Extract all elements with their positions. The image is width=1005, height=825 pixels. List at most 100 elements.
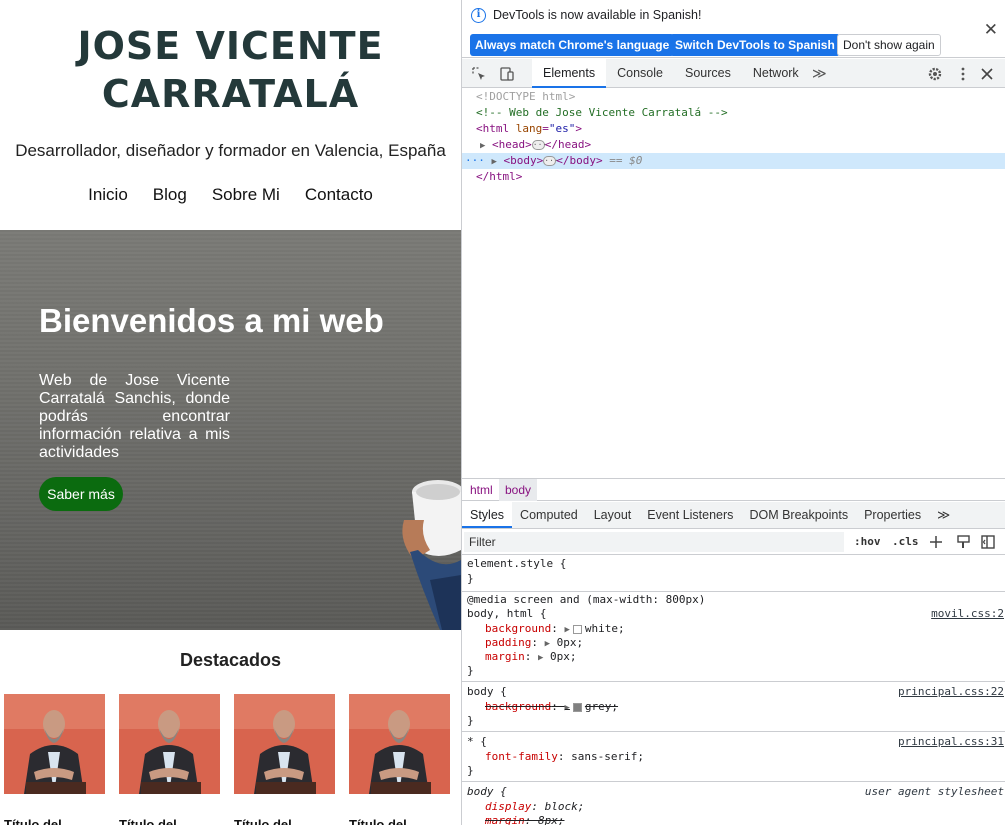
hero-heading: Bienvenidos a mi web	[39, 302, 384, 339]
gear-icon[interactable]	[927, 66, 943, 82]
tab-computed[interactable]: Computed	[512, 502, 586, 528]
featured-grid	[4, 694, 450, 794]
dom-doctype[interactable]: <!DOCTYPE html>	[462, 89, 1005, 105]
site-title-line2: CARRATALÁ	[101, 72, 360, 116]
featured-card-image[interactable]	[349, 694, 450, 794]
tab-dom-breakpoints[interactable]: DOM Breakpoints	[741, 502, 856, 528]
dom-comment[interactable]: <!-- Web de Jose Vicente Carratalá -->	[462, 105, 1005, 121]
ellipsis-icon[interactable]: ···	[543, 156, 559, 166]
rule-selector[interactable]: * {	[467, 735, 487, 749]
paint-brush-icon[interactable]	[956, 534, 972, 550]
html-close-tag: </html>	[476, 170, 523, 183]
styles-filter-bar: :hov .cls	[462, 530, 1005, 555]
rule-close: }	[467, 714, 474, 727]
style-rule-body-html: @media screen and (max-width: 800px) bod…	[462, 592, 1005, 682]
rule-source-link[interactable]: principal.css:31	[898, 735, 1004, 748]
css-property[interactable]: font-family: sans-serif;	[485, 750, 644, 764]
styles-filter-input[interactable]	[464, 532, 844, 552]
rule-close: }	[467, 572, 474, 585]
nav-link-contacto[interactable]: Contacto	[305, 185, 373, 205]
toggle-sidebar-icon[interactable]	[980, 534, 996, 550]
close-devtools-icon[interactable]	[979, 66, 995, 82]
expand-triangle-icon[interactable]: ▶	[492, 157, 497, 167]
tab-styles[interactable]: Styles	[462, 502, 513, 528]
featured-card-title: Título del...	[4, 817, 73, 825]
dom-body-node-selected[interactable]: ··· ▶ <body>···</body> == $0	[462, 153, 1005, 169]
inspect-element-icon[interactable]	[471, 66, 487, 82]
featured-card-image[interactable]	[4, 694, 105, 794]
ellipsis-icon[interactable]: ···	[531, 140, 547, 150]
elements-subtabs: Styles Computed Layout Event Listeners D…	[462, 502, 1005, 529]
css-property[interactable]: background: ▶ white;	[485, 622, 625, 636]
css-property-overridden[interactable]: background: ▶ grey;	[485, 700, 618, 714]
always-match-language-button[interactable]: Always match Chrome's language	[470, 34, 675, 56]
featured-heading: Destacados	[179, 650, 282, 670]
css-property-overridden: margin: 8px;	[485, 814, 565, 825]
tab-console[interactable]: Console	[606, 59, 674, 88]
rule-selector[interactable]: body {	[467, 685, 507, 699]
featured-card-title: Título del...	[119, 817, 188, 825]
rule-selector[interactable]: element.style {	[467, 557, 566, 571]
rule-selector: body {	[467, 785, 507, 798]
nav-link-inicio[interactable]: Inicio	[88, 185, 128, 205]
selected-node-marker: == $0	[609, 154, 643, 167]
dom-head-node[interactable]: ▶ <head>···</head>	[462, 137, 1005, 153]
kebab-menu-icon[interactable]	[955, 66, 971, 82]
switch-to-spanish-button[interactable]: Switch DevTools to Spanish	[670, 34, 840, 56]
dont-show-again-button[interactable]: Don't show again	[837, 34, 941, 56]
doctype-text: <!DOCTYPE html>	[476, 90, 576, 103]
tab-network[interactable]: Network	[742, 59, 810, 88]
head-close-tag: </head>	[544, 138, 592, 151]
device-toolbar-icon[interactable]	[499, 66, 515, 82]
hover-state-toggle[interactable]: :hov	[854, 535, 881, 548]
language-infobar: i DevTools is now available in Spanish! …	[462, 0, 1005, 58]
rule-source-link[interactable]: principal.css:22	[898, 685, 1004, 698]
comment-text: <!-- Web de Jose Vicente Carratalá -->	[476, 106, 728, 119]
site-title: JOSE VICENTE CARRATALÁ	[0, 22, 461, 118]
rule-source-label: user agent stylesheet	[864, 785, 1004, 798]
featured-card-image[interactable]	[119, 694, 220, 794]
devtools-tabs: Elements Console Sources Network	[532, 59, 810, 88]
body-close-tag: </body>	[556, 154, 603, 167]
rule-selector[interactable]: body, html {	[467, 607, 546, 621]
expand-triangle-icon[interactable]: ▶	[480, 141, 485, 151]
body-open-tag: <body>	[503, 154, 544, 167]
color-swatch-icon[interactable]	[572, 702, 582, 712]
featured-card-title: Título del...	[234, 817, 303, 825]
css-property[interactable]: padding: ▶ 0px;	[485, 636, 583, 650]
dom-tree: <!DOCTYPE html> <!-- Web de Jose Vicente…	[462, 89, 1005, 477]
css-property: display: block;	[485, 800, 585, 813]
website-viewport: JOSE VICENTE CARRATALÁ Desarrollador, di…	[0, 0, 461, 825]
nav-link-sobre-mi[interactable]: Sobre Mi	[212, 185, 280, 205]
breadcrumb: html body	[462, 478, 1005, 501]
featured-card-image[interactable]	[234, 694, 335, 794]
hero-banner: Bienvenidos a mi web Web de Jose Vicente…	[0, 230, 461, 630]
rule-source-link[interactable]: movil.css:2	[931, 607, 1004, 620]
tab-sources[interactable]: Sources	[674, 59, 742, 88]
dom-html-node[interactable]: <html lang="es">	[462, 121, 1005, 137]
html-attr-name: lang	[515, 122, 543, 135]
tab-event-listeners[interactable]: Event Listeners	[639, 502, 741, 528]
coffee-mug-hand-image	[402, 480, 461, 630]
nav-link-blog[interactable]: Blog	[153, 185, 187, 205]
tab-properties[interactable]: Properties	[856, 502, 929, 528]
style-rule-body-overridden: body { principal.css:22 background: ▶ gre…	[462, 682, 1005, 732]
row-actions-icon[interactable]: ···	[465, 154, 485, 167]
new-style-rule-icon[interactable]	[928, 534, 944, 550]
info-icon: i	[471, 8, 486, 23]
tab-layout[interactable]: Layout	[586, 502, 640, 528]
css-property[interactable]: margin: ▶ 0px;	[485, 650, 577, 664]
dom-html-close[interactable]: </html>	[462, 169, 1005, 185]
breadcrumb-html[interactable]: html	[464, 479, 499, 501]
breadcrumb-body[interactable]: body	[499, 479, 538, 501]
saber-mas-button[interactable]: Saber más	[39, 477, 123, 511]
tab-elements[interactable]: Elements	[532, 59, 607, 88]
html-tag: <html	[476, 122, 510, 135]
color-swatch-icon[interactable]	[572, 624, 582, 634]
class-toggle[interactable]: .cls	[892, 535, 919, 548]
close-icon[interactable]: ✕	[984, 20, 998, 40]
more-tabs-chevron-icon[interactable]: ≫	[812, 65, 827, 82]
head-open-tag: <head>	[492, 138, 532, 151]
more-subtabs-chevron-icon[interactable]: ≫	[929, 502, 958, 528]
featured-card-title: Título del...	[349, 817, 418, 825]
